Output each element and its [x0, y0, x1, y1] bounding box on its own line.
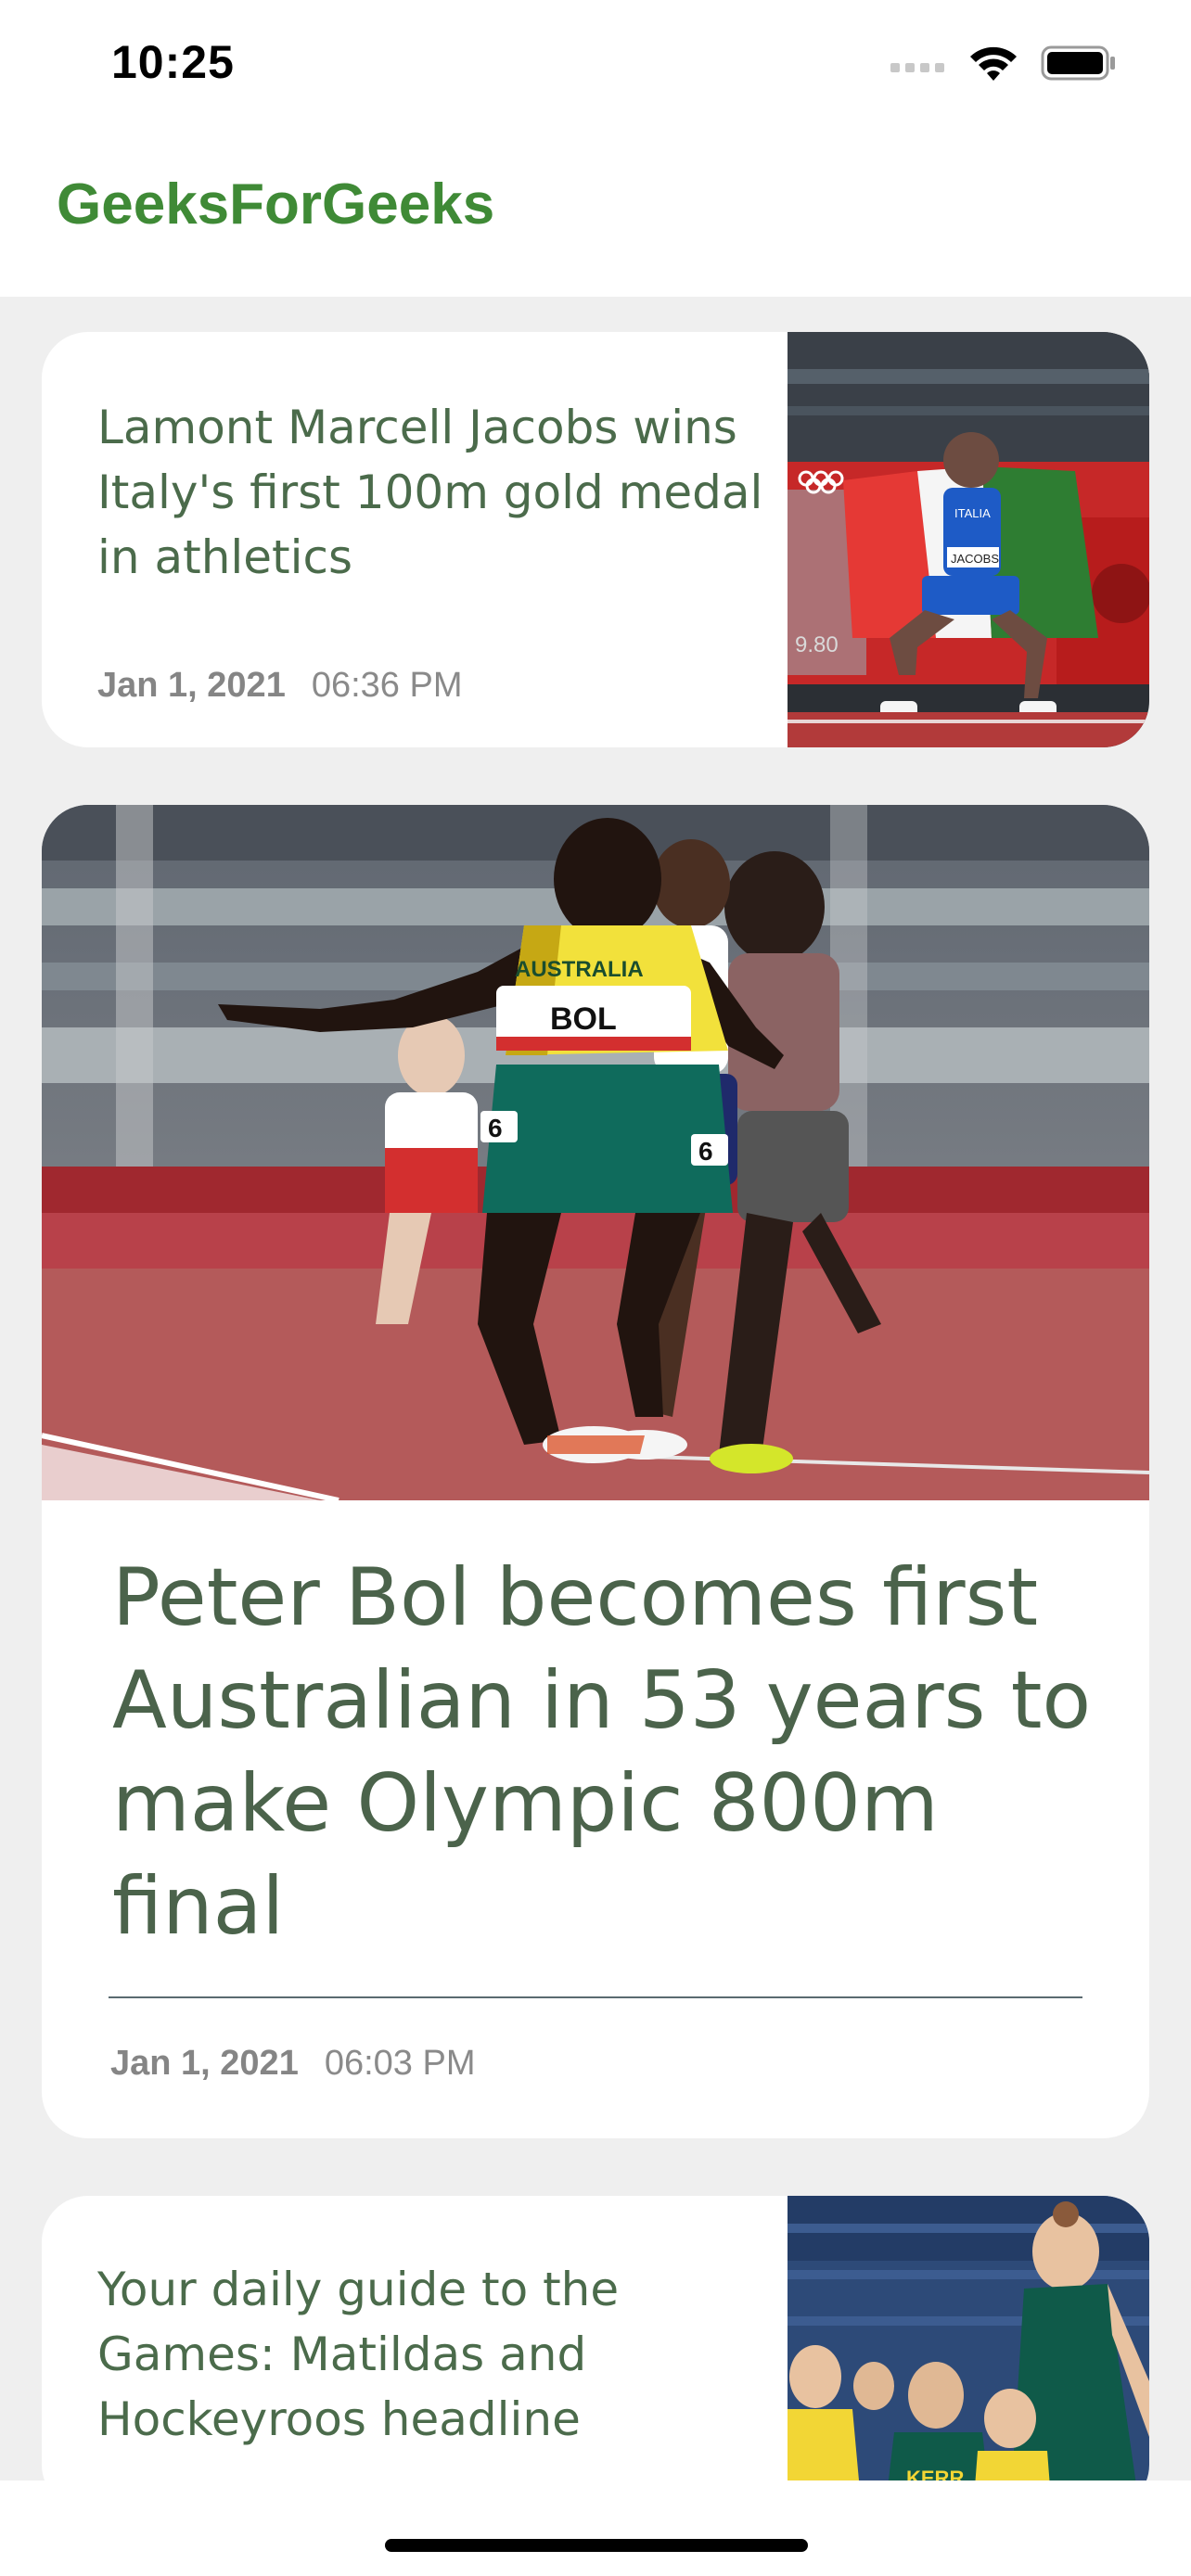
article-thumbnail: KERR — [788, 2196, 1149, 2511]
article-date: Jan 1, 2021 — [110, 2044, 299, 2083]
home-indicator[interactable] — [385, 2539, 808, 2552]
featured-headline: Peter Bol becomes first Australian in 53… — [112, 1551, 1092, 1953]
article-headline: Your daily guide to the Games: Matildas … — [97, 2263, 620, 2446]
article-meta: Jan 1, 2021 06:36 PM — [97, 666, 462, 706]
battery-icon — [1041, 45, 1115, 81]
article-card-featured[interactable]: AUSTRALIA BOL 6 6 Peter Bol becomes firs… — [42, 805, 1149, 2138]
svg-text:BOL: BOL — [550, 1001, 617, 1037]
article-card-3[interactable]: Your daily guide to the Games: Matildas … — [42, 2196, 1149, 2511]
svg-text:6: 6 — [698, 1137, 713, 1166]
signal-icon — [890, 63, 944, 72]
article-hero-image: AUSTRALIA BOL 6 6 — [42, 805, 1149, 1500]
wifi-icon — [970, 46, 1017, 81]
article-meta: Jan 1, 2021 06:03 PM — [110, 2044, 475, 2084]
svg-text:ITALIA: ITALIA — [954, 506, 991, 520]
article-time: 06:36 PM — [311, 666, 463, 705]
article-text: Lamont Marcell Jacobs wins Italy's first… — [97, 395, 765, 590]
nav-bar: GeeksForGeeks — [0, 134, 1191, 297]
app-title: GeeksForGeeks — [57, 172, 495, 236]
article-time: 06:03 PM — [324, 2044, 476, 2083]
status-bar: 10:25 — [0, 0, 1191, 134]
article-text: Your daily guide to the Games: Matildas … — [97, 2257, 765, 2452]
status-time: 10:25 — [111, 36, 235, 88]
article-card-1[interactable]: Lamont Marcell Jacobs wins Italy's first… — [42, 332, 1149, 747]
svg-text:JACOBS: JACOBS — [951, 552, 999, 566]
runner-race-image: AUSTRALIA BOL 6 6 — [42, 805, 1149, 1500]
article-thumbnail: 9.80 ITALIA JACOBS — [788, 332, 1149, 747]
svg-text:9.80: 9.80 — [795, 632, 839, 657]
article-date: Jan 1, 2021 — [97, 666, 286, 705]
svg-text:6: 6 — [488, 1114, 503, 1142]
status-icons — [890, 45, 1117, 82]
article-headline: Lamont Marcell Jacobs wins Italy's first… — [97, 401, 763, 584]
divider — [109, 1996, 1082, 1998]
svg-text:AUSTRALIA: AUSTRALIA — [515, 957, 644, 982]
sprinter-celebration-image: 9.80 ITALIA JACOBS — [788, 332, 1149, 747]
home-indicator-area — [0, 2480, 1191, 2576]
team-celebration-image: KERR — [788, 2196, 1149, 2511]
